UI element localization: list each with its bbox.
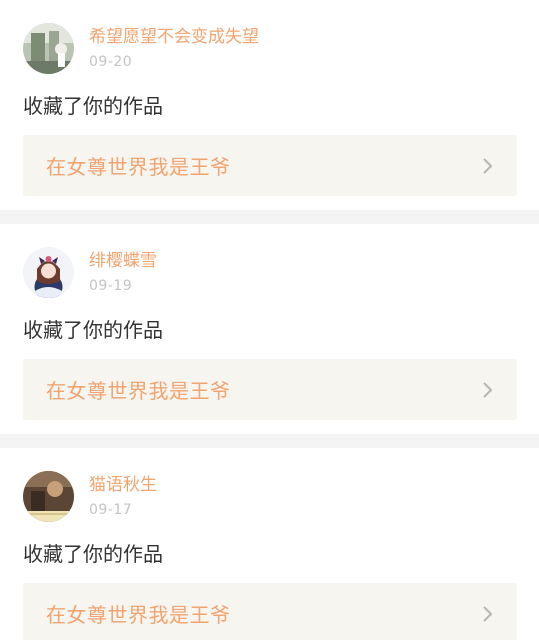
user-meta: 猫语秋生 09-17 — [89, 471, 157, 518]
list-item: 希望愿望不会变成失望 09-20 收藏了你的作品 在女尊世界我是王爷 — [0, 0, 539, 210]
work-link[interactable]: 在女尊世界我是王爷 — [23, 135, 517, 196]
chevron-right-icon — [483, 157, 493, 174]
work-link[interactable]: 在女尊世界我是王爷 — [23, 583, 517, 640]
action-text: 收藏了你的作品 — [23, 542, 163, 566]
date: 09-20 — [89, 54, 133, 70]
avatar[interactable] — [23, 471, 74, 522]
chevron-right-icon — [483, 605, 493, 622]
user-meta: 绯樱蝶雪 09-19 — [89, 247, 157, 294]
work-title: 在女尊世界我是王爷 — [46, 379, 231, 403]
date: 09-19 — [89, 278, 133, 294]
username[interactable]: 希望愿望不会变成失望 — [89, 27, 259, 47]
user-row: 绯樱蝶雪 09-19 — [23, 247, 517, 298]
list-item: 绯樱蝶雪 09-19 收藏了你的作品 在女尊世界我是王爷 — [0, 224, 539, 434]
avatar-anime-icon — [23, 247, 74, 298]
username[interactable]: 绯樱蝶雪 — [89, 251, 157, 271]
avatar-photo-icon — [23, 471, 74, 522]
username[interactable]: 猫语秋生 — [89, 475, 157, 495]
notification-feed: 希望愿望不会变成失望 09-20 收藏了你的作品 在女尊世界我是王爷 绯樱蝶雪 … — [0, 0, 539, 640]
user-meta: 希望愿望不会变成失望 09-20 — [89, 23, 259, 70]
avatar[interactable] — [23, 23, 74, 74]
work-title: 在女尊世界我是王爷 — [46, 155, 231, 179]
date: 09-17 — [89, 502, 133, 518]
divider — [0, 210, 539, 224]
action-text: 收藏了你的作品 — [23, 94, 163, 118]
avatar[interactable] — [23, 247, 74, 298]
action-text: 收藏了你的作品 — [23, 318, 163, 342]
avatar-photo-icon — [23, 23, 74, 74]
user-row: 猫语秋生 09-17 — [23, 471, 517, 522]
user-row: 希望愿望不会变成失望 09-20 — [23, 23, 517, 74]
list-item: 猫语秋生 09-17 收藏了你的作品 在女尊世界我是王爷 — [0, 448, 539, 640]
work-link[interactable]: 在女尊世界我是王爷 — [23, 359, 517, 420]
chevron-right-icon — [483, 381, 493, 398]
work-title: 在女尊世界我是王爷 — [46, 603, 231, 627]
divider — [0, 434, 539, 448]
